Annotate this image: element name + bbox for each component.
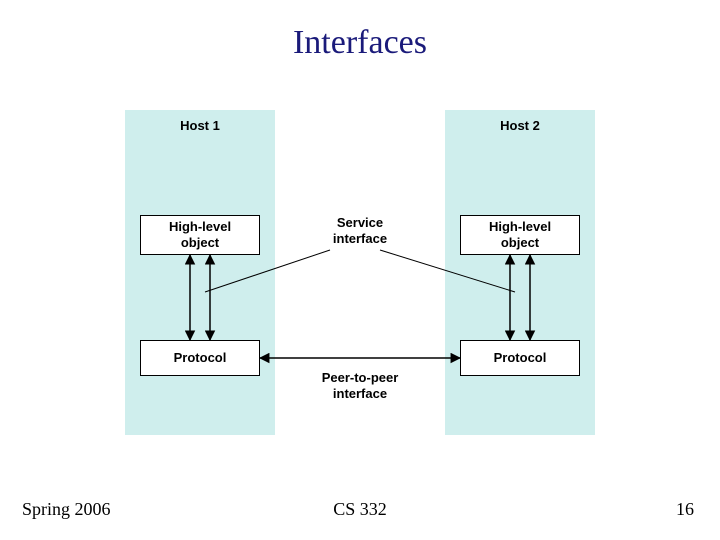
footer-right: 16 (676, 499, 694, 520)
slide-title: Interfaces (0, 24, 720, 62)
host-1-label: Host 1 (125, 118, 275, 133)
box-high-level-object-1: High-levelobject (140, 215, 260, 255)
host-1-column: Host 1 (125, 110, 275, 435)
diagram-stage: Interfaces Host 1 Host 2 High-levelobjec… (0, 0, 720, 540)
host-2-label: Host 2 (445, 118, 595, 133)
arrows-layer (0, 0, 720, 540)
box-protocol-2: Protocol (460, 340, 580, 376)
label-peer-to-peer-interface: Peer-to-peerinterface (310, 370, 410, 403)
box-protocol-1: Protocol (140, 340, 260, 376)
footer-center: CS 332 (0, 499, 720, 520)
label-service-interface: Serviceinterface (310, 215, 410, 248)
box-high-level-object-2: High-levelobject (460, 215, 580, 255)
host-2-column: Host 2 (445, 110, 595, 435)
